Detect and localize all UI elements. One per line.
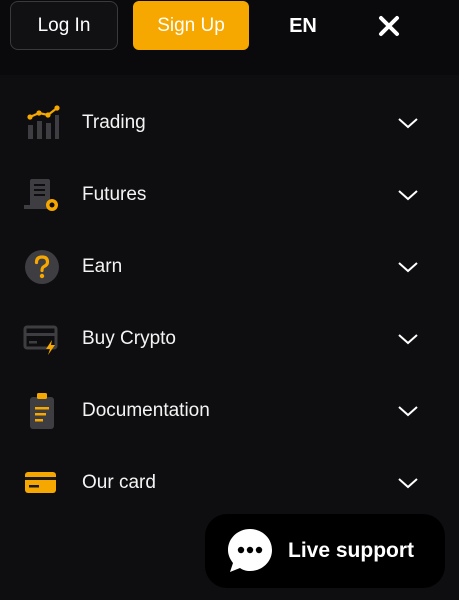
menu-item-label: Documentation	[82, 400, 210, 421]
chevron-down-icon[interactable]	[396, 401, 420, 421]
menu-item-label: Buy Crypto	[82, 328, 176, 349]
chat-bubble-icon	[228, 529, 272, 572]
close-icon[interactable]	[375, 12, 403, 40]
signup-button[interactable]: Sign Up	[133, 1, 249, 50]
menu-item-label: Earn	[82, 256, 123, 277]
menu-item-label: Our card	[82, 472, 156, 493]
card-icon	[22, 463, 62, 503]
menu-item-trading[interactable]: Trading	[0, 87, 459, 159]
chevron-down-icon[interactable]	[396, 473, 420, 493]
question-circle-icon	[22, 247, 62, 287]
menu-item-label: Futures	[82, 184, 147, 205]
menu-item-futures[interactable]: Futures	[0, 159, 459, 231]
chevron-down-icon[interactable]	[396, 329, 420, 349]
chevron-down-icon[interactable]	[396, 257, 420, 277]
live-support-button[interactable]: Live support	[205, 514, 445, 588]
menu-item-our-card[interactable]: Our card	[0, 447, 459, 519]
header-bar: Log In Sign Up EN	[0, 0, 459, 75]
credit-card-bolt-icon	[22, 319, 62, 359]
menu-item-label: Trading	[82, 112, 146, 133]
trading-chart-icon	[22, 103, 62, 143]
clipboard-icon	[22, 391, 62, 431]
language-selector[interactable]: EN	[281, 12, 325, 40]
chevron-down-icon[interactable]	[396, 185, 420, 205]
chevron-down-icon[interactable]	[396, 113, 420, 133]
login-button[interactable]: Log In	[10, 1, 118, 50]
menu-item-buy-crypto[interactable]: Buy Crypto	[0, 303, 459, 375]
menu-item-documentation[interactable]: Documentation	[0, 375, 459, 447]
live-support-label: Live support	[288, 539, 415, 562]
menu-item-earn[interactable]: Earn	[0, 231, 459, 303]
futures-document-icon	[22, 175, 62, 215]
